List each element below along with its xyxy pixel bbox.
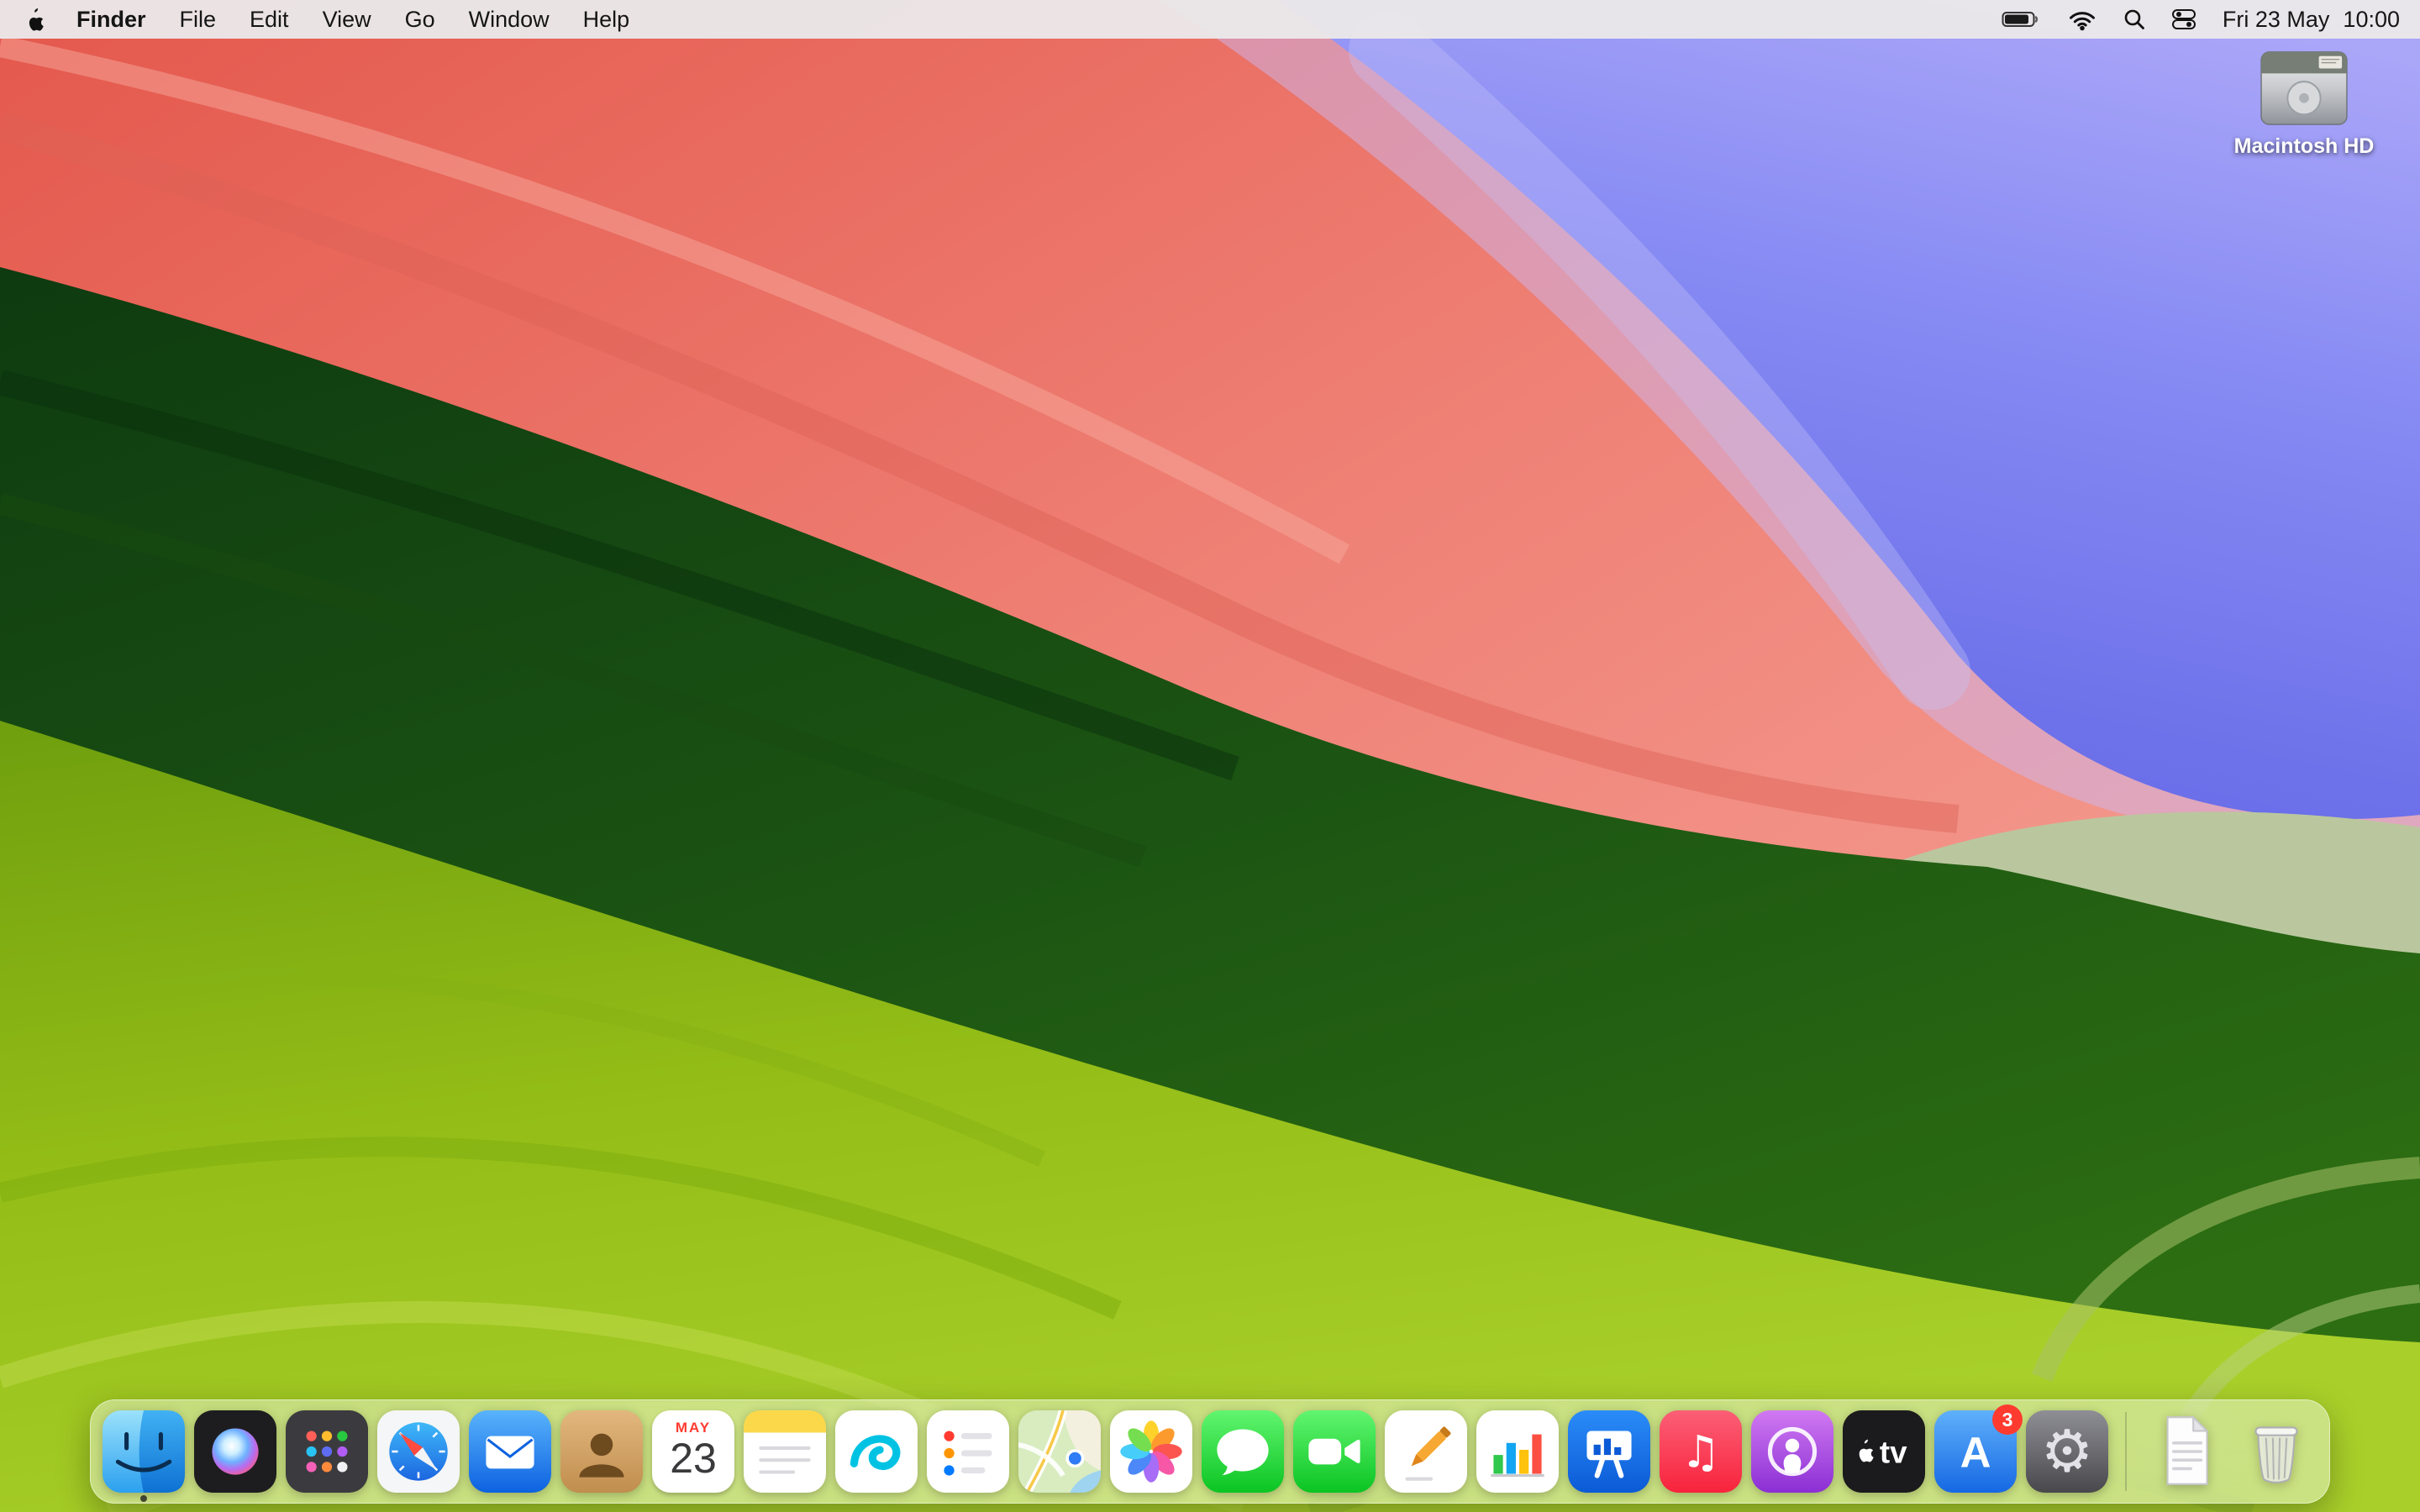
dock-settings-icon[interactable]: ⚙ — [2026, 1410, 2108, 1493]
calendar-page-icon: MAY 23 — [652, 1410, 734, 1493]
wifi-icon — [2067, 8, 2097, 31]
menu-bar-time[interactable]: 10:00 — [2334, 0, 2402, 39]
facetime-camera-icon — [1293, 1410, 1376, 1493]
apple-menu[interactable] — [18, 0, 60, 39]
launchpad-grid-icon — [286, 1410, 368, 1493]
dock-pages-icon[interactable] — [1385, 1410, 1467, 1493]
menu-view[interactable]: View — [306, 0, 388, 39]
podcasts-waves-icon — [1751, 1410, 1833, 1493]
gear-icon: ⚙ — [2026, 1410, 2108, 1493]
dock-safari-icon[interactable] — [377, 1410, 460, 1493]
dock-launchpad-icon[interactable] — [286, 1410, 368, 1493]
pages-pen-icon — [1385, 1410, 1467, 1493]
dock-freeform-icon[interactable] — [835, 1410, 918, 1493]
control-center-icon — [2171, 8, 2196, 31]
contacts-person-icon — [560, 1410, 643, 1493]
dock-appletv-icon[interactable]: tv — [1843, 1410, 1925, 1493]
dock-downloads-icon[interactable] — [2144, 1410, 2226, 1493]
dock-maps-icon[interactable] — [1018, 1410, 1101, 1493]
reminders-list-icon — [927, 1410, 1009, 1493]
dock-separator — [2125, 1412, 2127, 1491]
desktop-icon-label: Macintosh HD — [2234, 134, 2375, 159]
music-note-icon: ♫ — [1660, 1410, 1742, 1493]
dock-photos-icon[interactable] — [1110, 1410, 1192, 1493]
trash-icon — [2235, 1410, 2317, 1493]
menu-file[interactable]: File — [163, 0, 234, 39]
menu-window[interactable]: Window — [452, 0, 566, 39]
photos-pinwheel-icon — [1110, 1410, 1192, 1493]
dock-messages-icon[interactable] — [1202, 1410, 1284, 1493]
menu-bar-date[interactable]: Fri 23 May — [2209, 0, 2335, 39]
menu-bar-left: Finder File Edit View Go Window Help — [18, 0, 646, 39]
menu-edit[interactable]: Edit — [233, 0, 306, 39]
notes-pad-icon — [744, 1410, 826, 1493]
hard-drive-icon — [2254, 47, 2354, 129]
maps-map-icon — [1018, 1410, 1101, 1493]
dock-finder-icon[interactable] — [103, 1410, 185, 1493]
notification-badge: 3 — [1992, 1404, 2023, 1435]
dock-reminders-icon[interactable] — [927, 1410, 1009, 1493]
desktop-icon-macintosh-hd[interactable]: Macintosh HD — [2228, 47, 2380, 159]
svg-text:⚙: ⚙ — [2041, 1418, 2093, 1485]
dock-contacts-icon[interactable] — [560, 1410, 643, 1493]
safari-compass-icon — [377, 1410, 460, 1493]
document-icon — [2144, 1410, 2226, 1493]
menu-go[interactable]: Go — [388, 0, 452, 39]
battery-status[interactable] — [1989, 0, 2054, 39]
menu-help[interactable]: Help — [566, 0, 647, 39]
dock-podcasts-icon[interactable] — [1751, 1410, 1833, 1493]
menu-app-finder[interactable]: Finder — [60, 0, 163, 39]
menu-bar: Finder File Edit View Go Window Help — [0, 0, 2420, 39]
svg-text:♫: ♫ — [1681, 1425, 1721, 1478]
dock-numbers-icon[interactable] — [1476, 1410, 1559, 1493]
dock-mail-icon[interactable] — [469, 1410, 551, 1493]
desktop-wallpaper — [0, 0, 2420, 1512]
apple-tv-icon: tv — [1843, 1410, 1925, 1493]
svg-text:A: A — [1960, 1428, 1991, 1476]
dock-calendar-icon[interactable]: MAY 23 — [652, 1410, 734, 1493]
siri-orb-icon — [194, 1410, 276, 1493]
freeform-brush-icon — [835, 1410, 918, 1493]
search-icon — [2123, 8, 2146, 31]
keynote-podium-icon — [1568, 1410, 1650, 1493]
dock-facetime-icon[interactable] — [1293, 1410, 1376, 1493]
dock-notes-icon[interactable] — [744, 1410, 826, 1493]
menu-bar-right: Fri 23 May 10:00 — [1989, 0, 2402, 39]
svg-text:tv: tv — [1880, 1435, 1907, 1469]
finder-face-icon — [103, 1410, 185, 1493]
apple-logo-icon — [27, 8, 45, 31]
mail-envelope-icon — [469, 1410, 551, 1493]
dock-keynote-icon[interactable] — [1568, 1410, 1650, 1493]
dock: MAY 23 — [90, 1399, 2330, 1504]
battery-icon — [2002, 8, 2042, 30]
spotlight-search[interactable] — [2110, 0, 2159, 39]
running-indicator-dot — [140, 1495, 147, 1502]
numbers-chart-icon — [1476, 1410, 1559, 1493]
dock-music-icon[interactable]: ♫ — [1660, 1410, 1742, 1493]
messages-bubble-icon — [1202, 1410, 1284, 1493]
dock-appstore-icon[interactable]: A 3 — [1934, 1410, 2017, 1493]
calendar-day: 23 — [670, 1436, 717, 1481]
calendar-month: MAY — [676, 1420, 711, 1436]
dock-siri-icon[interactable] — [194, 1410, 276, 1493]
control-center[interactable] — [2159, 0, 2209, 39]
dock-trash-icon[interactable] — [2235, 1410, 2317, 1493]
wifi-status[interactable] — [2054, 0, 2110, 39]
macos-desktop: { "menu_bar": { "menus": [ {"label": "Fi… — [0, 0, 2420, 1512]
